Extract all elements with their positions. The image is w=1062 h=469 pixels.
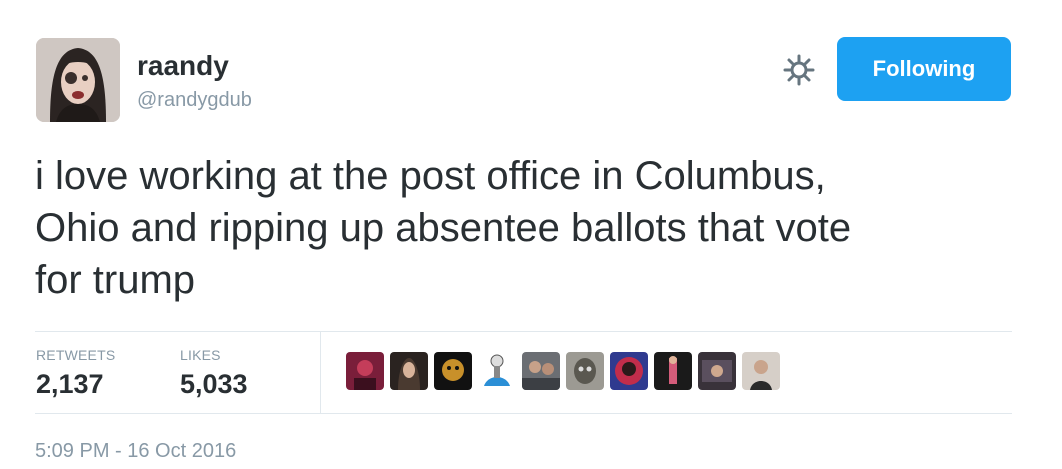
gear-icon[interactable] xyxy=(782,53,816,87)
user-display-name[interactable]: raandy xyxy=(137,50,229,82)
following-button[interactable]: Following xyxy=(837,37,1011,101)
tweet-text-line: for trump xyxy=(35,258,196,302)
liker-avatar[interactable] xyxy=(434,352,472,390)
likes-count[interactable]: 5,033 xyxy=(180,369,248,400)
retweets-count[interactable]: 2,137 xyxy=(36,369,104,400)
liker-avatar[interactable] xyxy=(478,352,516,390)
liker-avatar[interactable] xyxy=(390,352,428,390)
tweet-text: i love working at the post office in Col… xyxy=(35,150,1015,306)
liker-avatars xyxy=(346,352,780,390)
retweets-label[interactable]: RETWEETS xyxy=(36,347,115,363)
liker-avatar[interactable] xyxy=(742,352,780,390)
avatar[interactable] xyxy=(36,38,120,122)
stats-separator xyxy=(320,331,321,413)
user-handle[interactable]: @randygdub xyxy=(137,88,252,112)
divider xyxy=(35,331,1012,332)
tweet-text-line: i love working at the post office in Col… xyxy=(35,154,826,198)
liker-avatar[interactable] xyxy=(654,352,692,390)
tweet-text-line: Ohio and ripping up absentee ballots tha… xyxy=(35,206,852,250)
liker-avatar[interactable] xyxy=(566,352,604,390)
divider xyxy=(35,413,1012,414)
liker-avatar[interactable] xyxy=(522,352,560,390)
liker-avatar[interactable] xyxy=(346,352,384,390)
likes-label[interactable]: LIKES xyxy=(180,347,221,363)
liker-avatar[interactable] xyxy=(610,352,648,390)
liker-avatar[interactable] xyxy=(698,352,736,390)
avatar-image xyxy=(36,38,120,122)
tweet-timestamp[interactable]: 5:09 PM - 16 Oct 2016 xyxy=(35,440,236,463)
